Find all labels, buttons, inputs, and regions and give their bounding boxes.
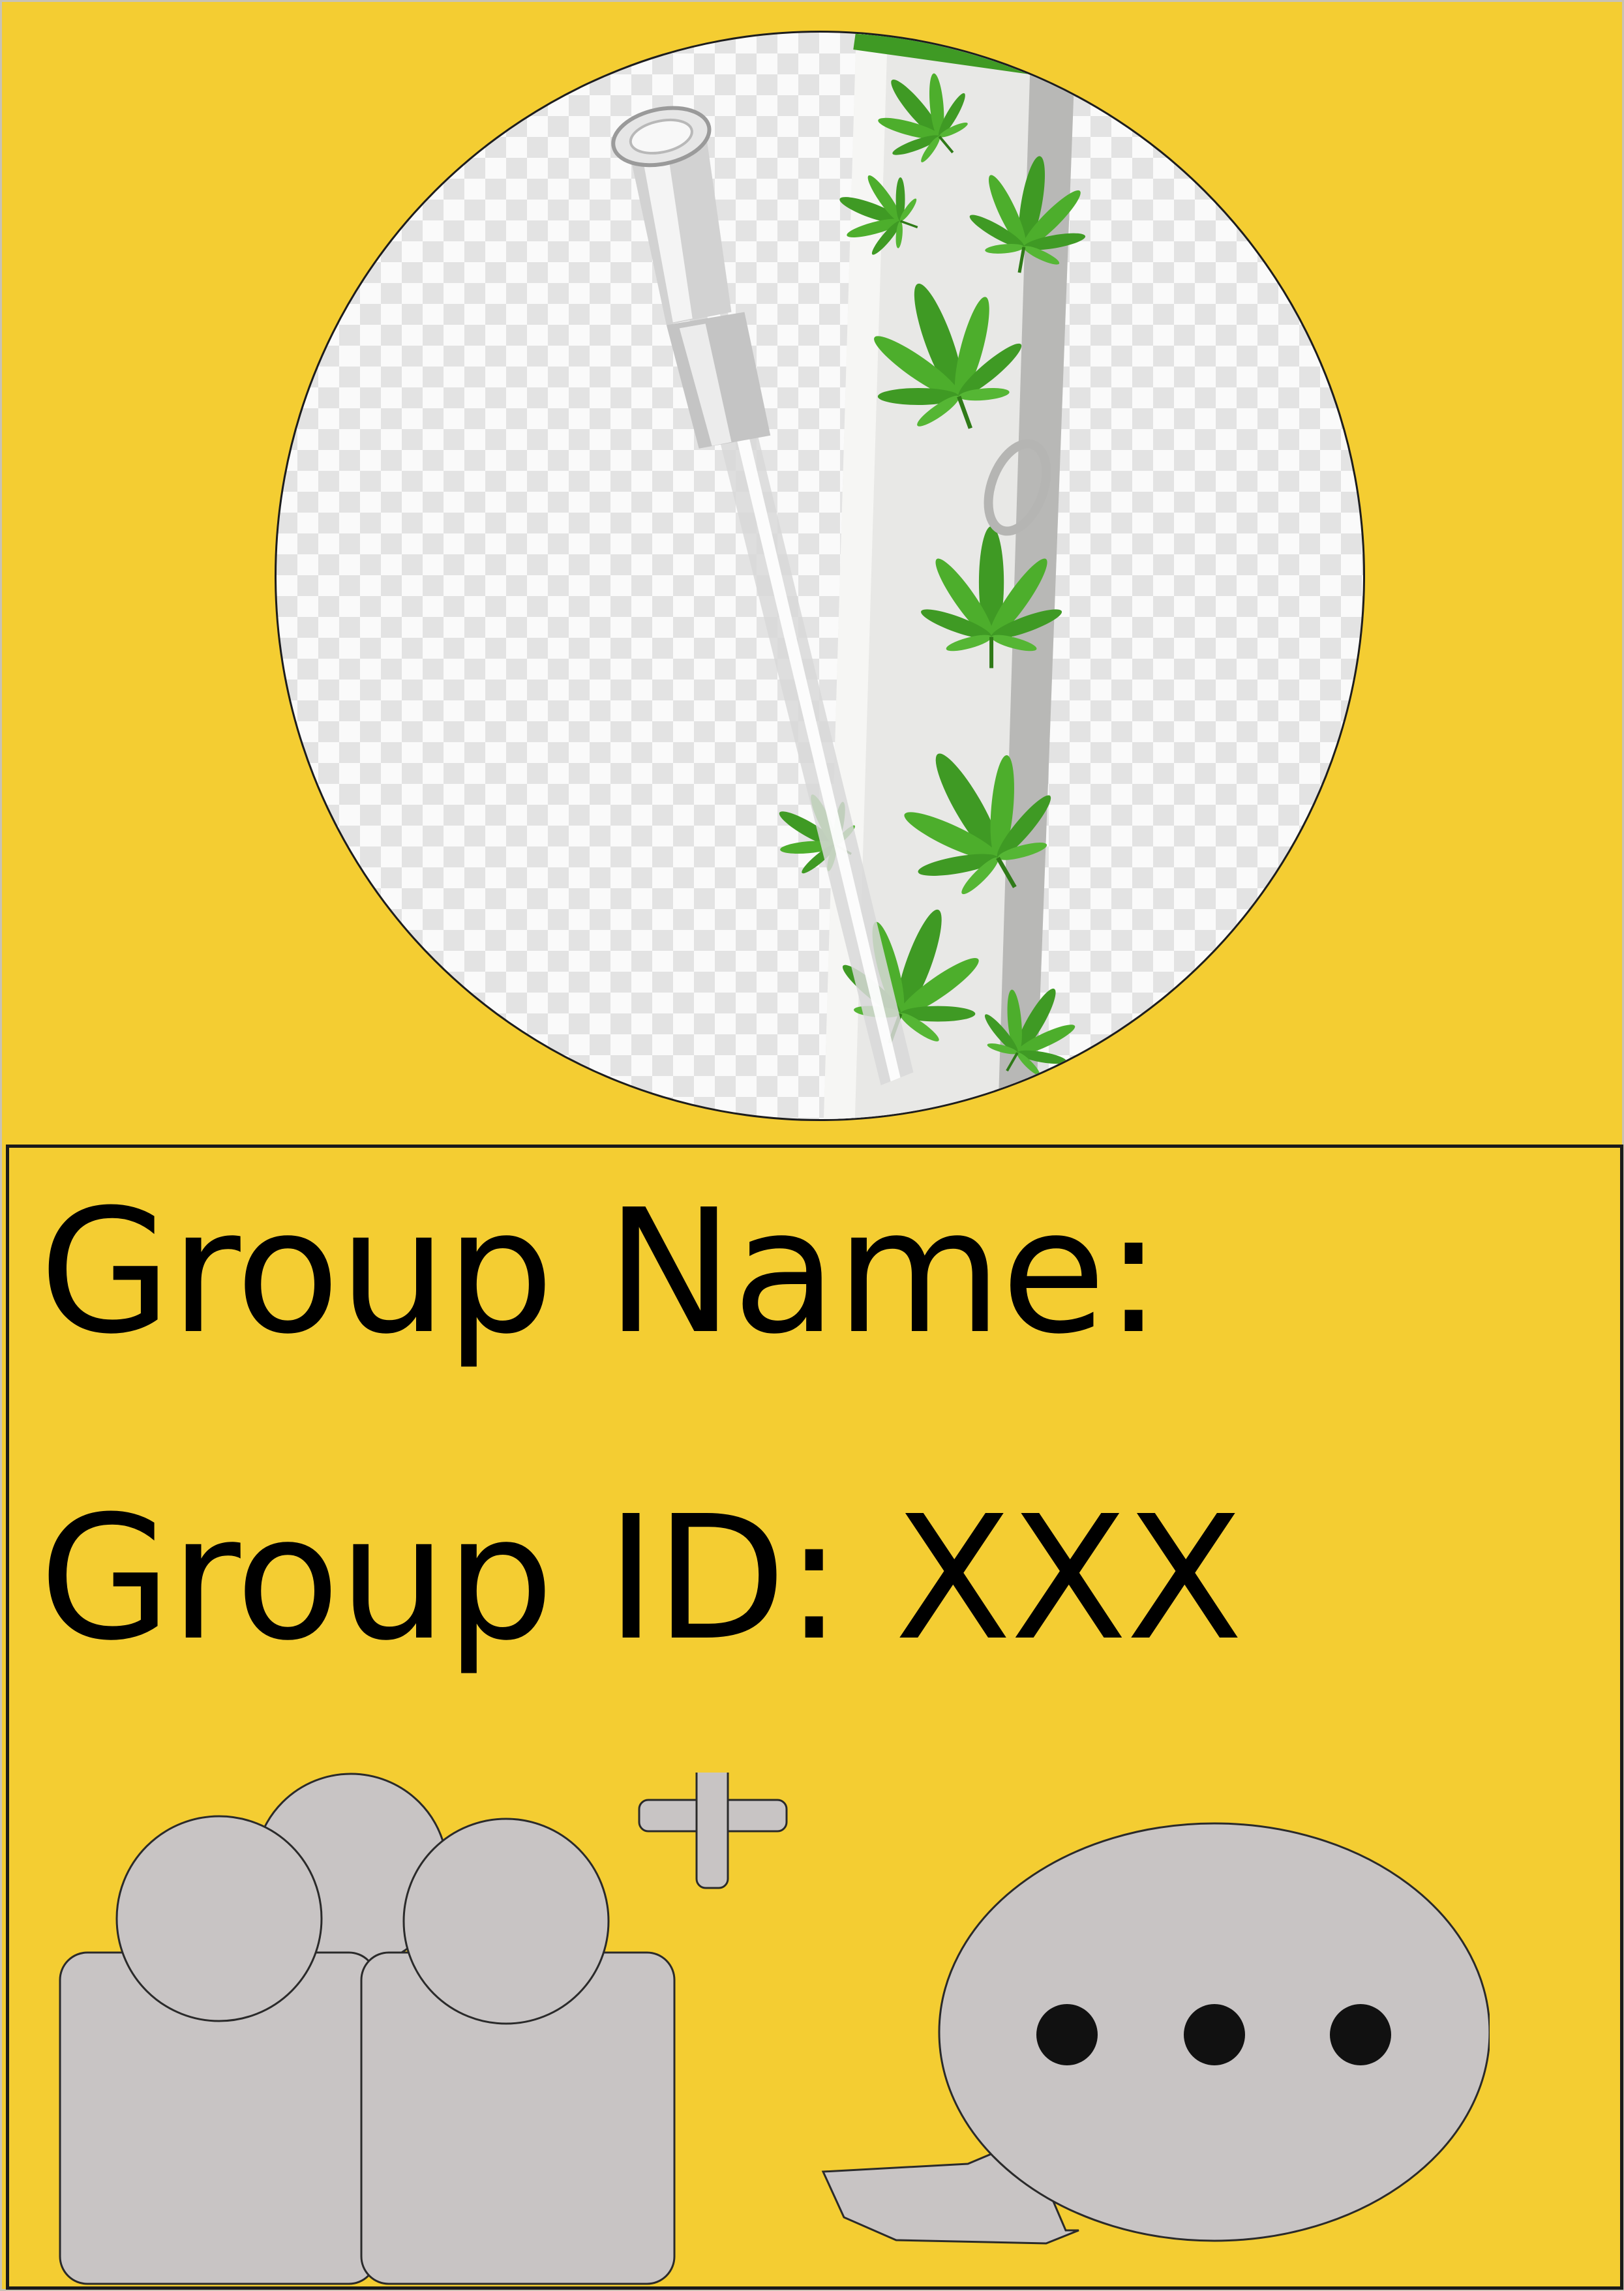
group-id-label: Group ID: XXX	[39, 1479, 1243, 1678]
group-card: Group Name: Group ID: XXX	[0, 0, 1624, 2291]
group-info-panel: Group Name: Group ID: XXX	[6, 1145, 1623, 2290]
chat-bubble-icon	[821, 1822, 1490, 2245]
cannabis-bong-image	[611, 33, 1363, 1119]
group-photo[interactable]	[275, 31, 1365, 1121]
chat-button[interactable]	[818, 1813, 1490, 2289]
add-member-button[interactable]	[56, 1773, 793, 2288]
add-group-icon	[59, 1773, 788, 2285]
group-name-label: Group Name:	[39, 1173, 1162, 1371]
